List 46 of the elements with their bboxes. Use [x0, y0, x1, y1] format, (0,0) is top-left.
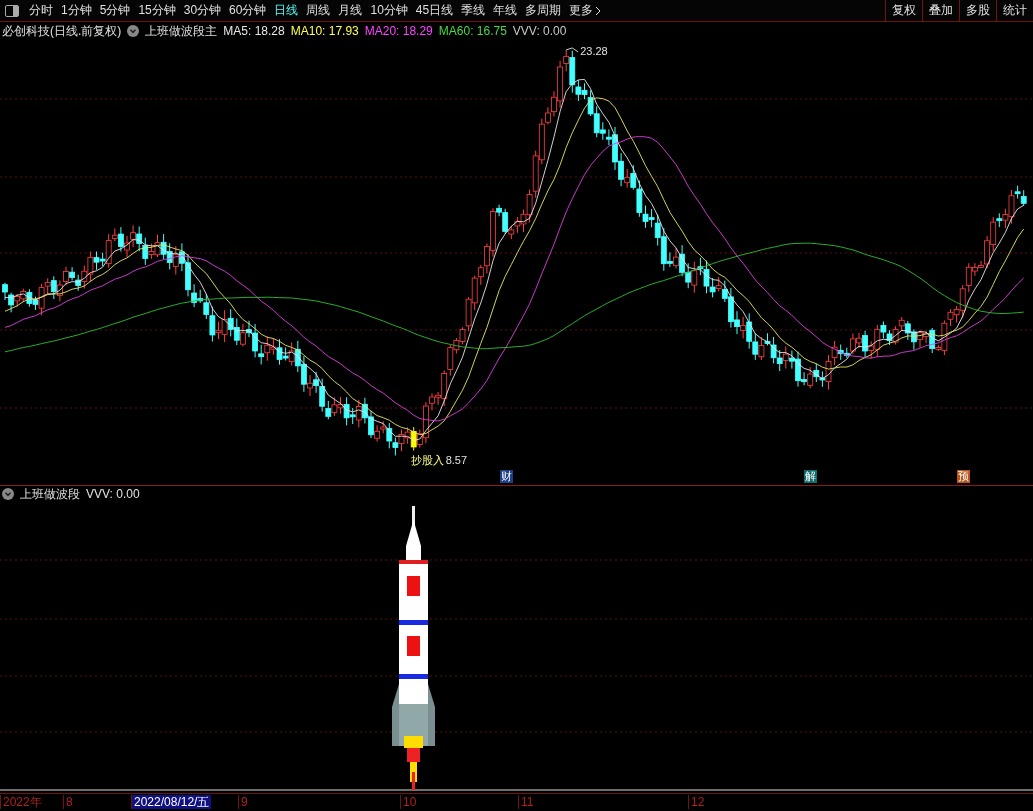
stock-name: 必创科技(日线.前复权) [2, 22, 122, 40]
dropdown-icon[interactable] [2, 488, 14, 500]
period-tab[interactable]: 年线 [489, 0, 522, 21]
period-tab[interactable]: 30分钟 [179, 0, 226, 21]
date-label: 8 [63, 795, 75, 809]
toolbar-button[interactable]: 叠加 [922, 0, 959, 21]
date-label: 10 [400, 795, 419, 809]
period-tab[interactable]: 5分钟 [95, 0, 135, 21]
signal-label: 抄股入 [410, 454, 444, 467]
period-tab[interactable]: 更多 [565, 0, 606, 21]
period-tab[interactable]: 10分钟 [366, 0, 412, 21]
period-tab[interactable]: 日线 [270, 0, 303, 21]
dropdown-icon[interactable] [127, 25, 140, 37]
indicator-value: MA10: 17.93 [290, 24, 359, 38]
date-label: 2022/08/12/五 [131, 795, 212, 809]
period-tab[interactable]: 分时 [25, 0, 57, 21]
period-tab[interactable]: 月线 [334, 0, 367, 21]
leader-line [565, 47, 579, 53]
date-label: 12 [688, 795, 707, 809]
event-marker[interactable]: 预 [957, 470, 970, 483]
indicator-value: MA60: 16.75 [438, 24, 507, 38]
period-tab[interactable]: 15分钟 [134, 0, 180, 21]
toolbar-button[interactable]: 复权 [885, 0, 922, 21]
indicator-name: 上班做波段 [20, 485, 80, 503]
indicator-value: MA5: 18.28 [223, 24, 285, 38]
period-tab[interactable]: 季线 [457, 0, 490, 21]
period-tab[interactable]: 多周期 [521, 0, 566, 21]
period-tab[interactable]: 60分钟 [225, 0, 271, 21]
chevron-right-icon [595, 5, 602, 16]
low-price-label: 8.57 [445, 454, 468, 467]
high-price-label: 23.28 [580, 44, 608, 57]
period-tab[interactable]: 1分钟 [57, 0, 96, 21]
indicator-value: MA20: 18.29 [364, 24, 433, 38]
toolbar-button[interactable]: 统计 [996, 0, 1033, 21]
date-label: 11 [518, 795, 536, 809]
toolbar-button[interactable]: 多股 [959, 0, 996, 21]
event-marker[interactable]: 解 [804, 470, 817, 483]
date-label: 9 [238, 795, 250, 809]
panel-toggle-icon[interactable] [5, 4, 19, 17]
event-marker[interactable]: 财 [500, 470, 513, 483]
indicator-value: VVV: 0.00 [86, 487, 140, 501]
indicator-name: 上班做波段主 [145, 22, 218, 40]
period-tab[interactable]: 45日线 [411, 0, 458, 21]
period-tab[interactable]: 周线 [302, 0, 335, 21]
date-label: 2022年 [0, 795, 44, 809]
indicator-value: VVV: 0.00 [512, 24, 567, 38]
